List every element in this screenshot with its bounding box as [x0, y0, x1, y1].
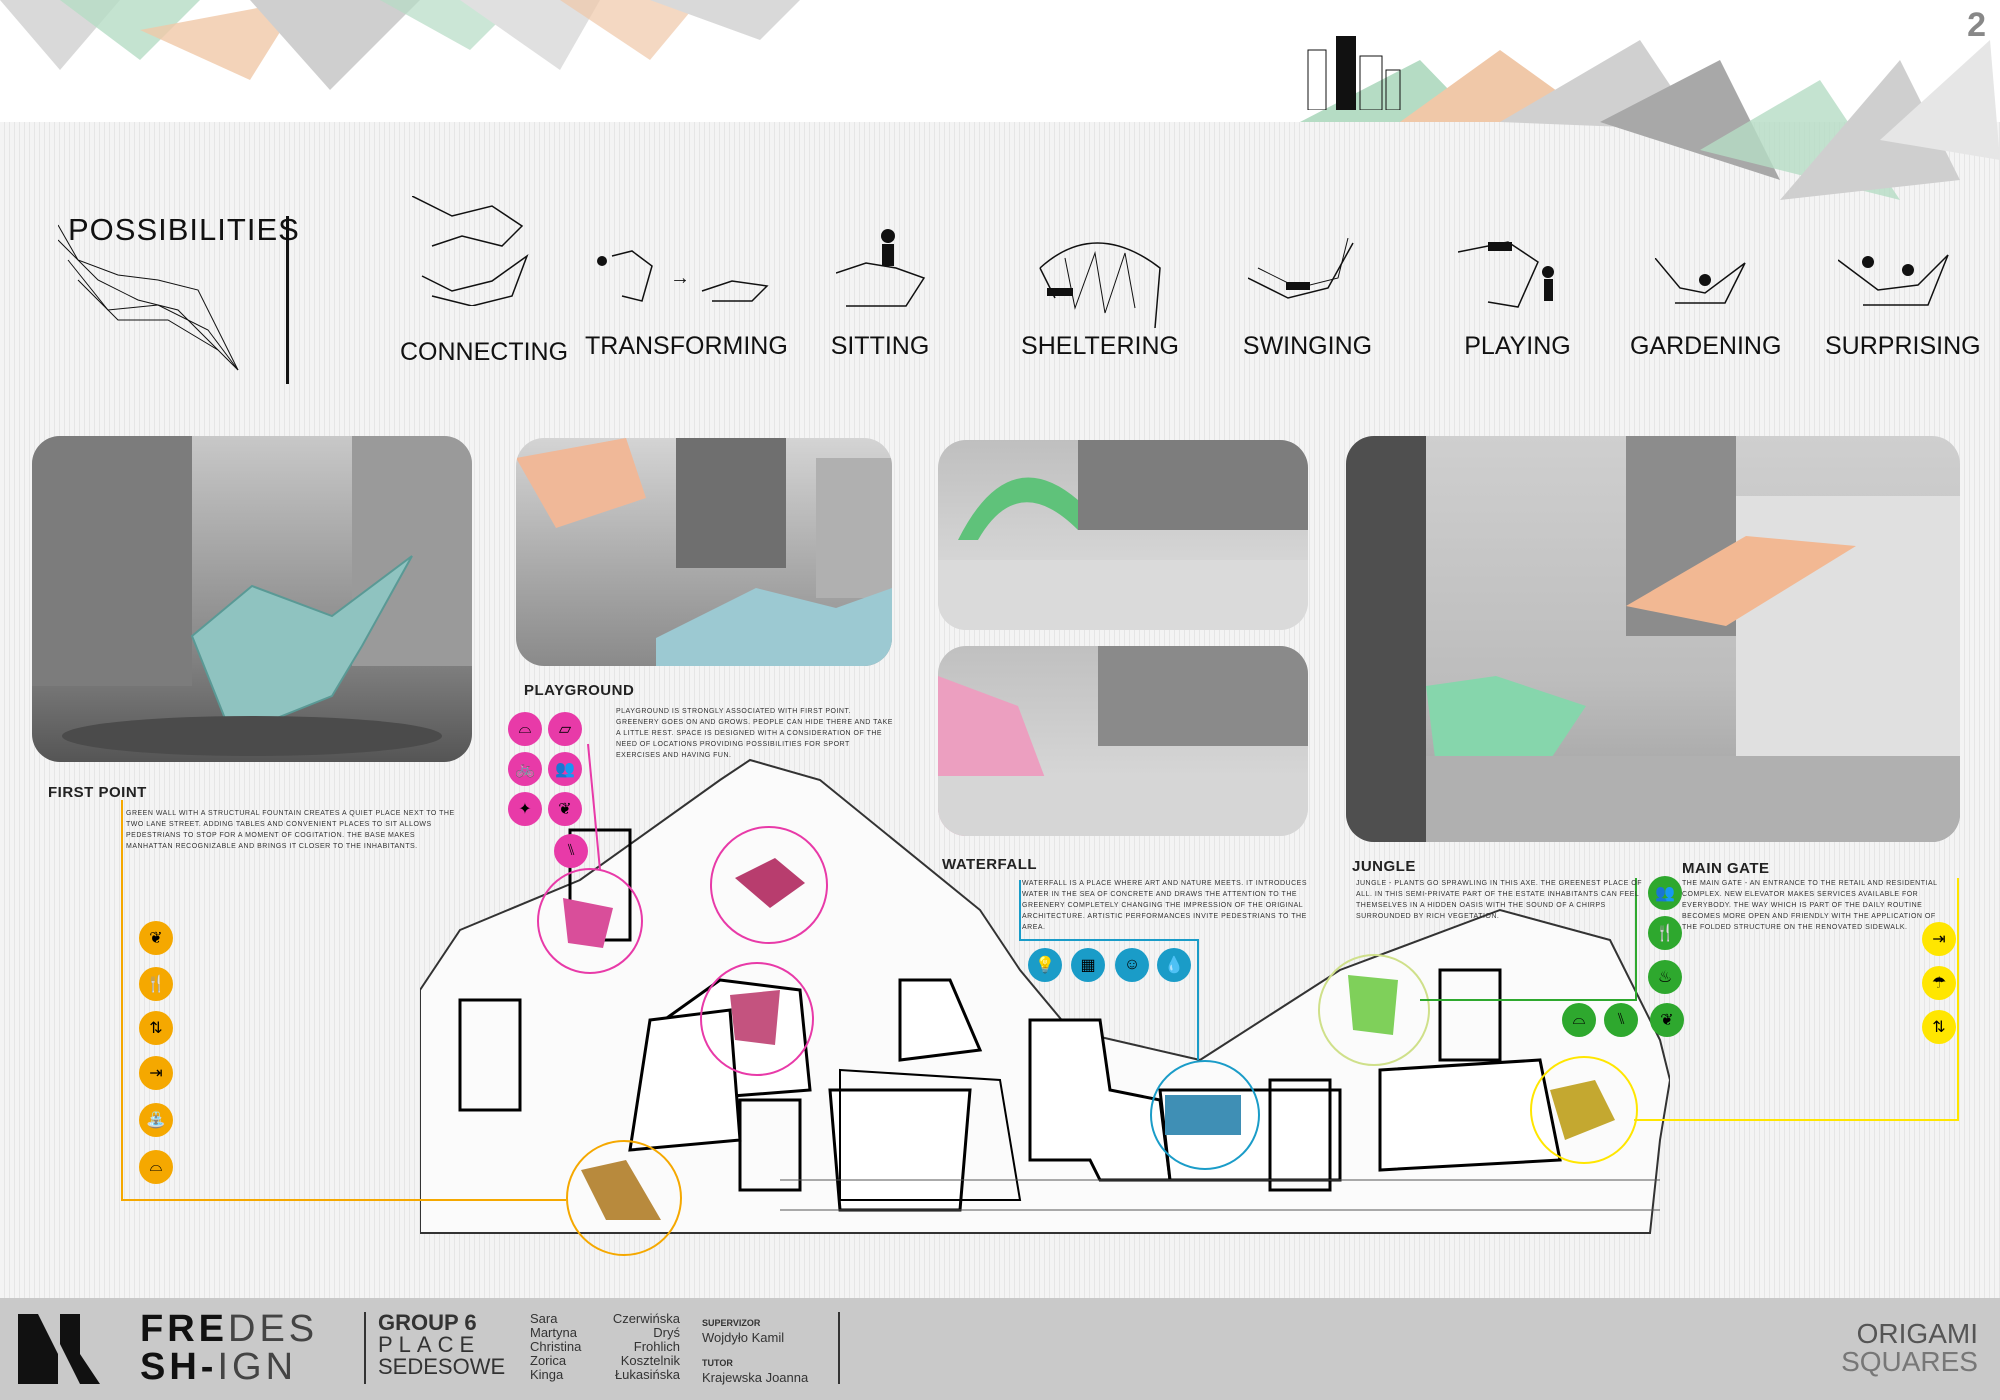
first-point-description: GREEN WALL WITH A STRUCTURAL FOUNTAIN CR… — [126, 810, 455, 850]
member-first: Christina — [530, 1339, 582, 1354]
lying-person-icon: ⌓ — [508, 712, 542, 746]
sitting-people-icon: ⑊ — [1604, 1003, 1638, 1037]
main-gate-description: THE MAIN GATE - AN ENTRANCE TO THE RETAI… — [1682, 880, 1938, 931]
leaf-icon: ❦ — [548, 792, 582, 826]
project-title-2: SQUARES — [1841, 1346, 1978, 1377]
member-last: Dryś — [653, 1325, 680, 1340]
playground-description: PLAYGROUND IS STRONGLY ASSOCIATED WITH F… — [616, 708, 893, 759]
people-icon: 👥 — [548, 752, 582, 786]
member-last: Frohlich — [633, 1339, 680, 1354]
member-last: Kosztelnik — [620, 1353, 680, 1368]
member-row: Christina Frohlich — [530, 1340, 680, 1354]
member-row: Martyna Dryś — [530, 1326, 680, 1340]
waterfall-title: WATERFALL — [942, 856, 1038, 873]
member-last: Czerwińska — [612, 1311, 680, 1326]
footer: FREDES SH-IGN GROUP 6 PLACE SEDESOWE Sar… — [0, 1298, 2000, 1400]
bicycle-icon: 🚲 — [508, 752, 542, 786]
member-last: Łukasińska — [614, 1367, 680, 1382]
jungle-description: JUNGLE - PLANTS GO SPRAWLING IN THIS AXE… — [1356, 880, 1643, 920]
member-row: Kinga Łukasińska — [530, 1368, 680, 1382]
exit-icon: ⇥ — [139, 1056, 173, 1090]
footer-divider-2 — [838, 1312, 840, 1384]
tutor-label: TUTOR — [702, 1358, 733, 1368]
elevator-icon: ⇅ — [139, 1011, 173, 1045]
waterfall-description: WATERFALL IS A PLACE WHERE ART AND NATUR… — [1022, 880, 1307, 931]
lightbulb-icon: 💡 — [1028, 948, 1062, 982]
brand-text-1a: FRE — [140, 1308, 228, 1350]
cutlery-icon: 🍴 — [1648, 916, 1682, 950]
people-icon: 👥 — [1648, 876, 1682, 910]
lying-person-icon: ⌓ — [139, 1150, 173, 1184]
tutor-name: Krajewska Joanna — [702, 1370, 809, 1385]
brand-text-2b: IGN — [217, 1346, 298, 1388]
member-first: Zorica — [530, 1353, 567, 1368]
museum-icon: ▦ — [1071, 948, 1105, 982]
member-first: Kinga — [530, 1367, 564, 1382]
cutlery-icon: 🍴 — [139, 967, 173, 1001]
leaf-icon: ❦ — [1650, 1003, 1684, 1037]
brand-text-2a: SH- — [140, 1346, 218, 1388]
theatre-masks-icon: ☺ — [1115, 948, 1149, 982]
fountain-icon: ⛲ — [139, 1103, 173, 1137]
exit-icon: ⇥ — [1922, 922, 1956, 956]
sedesowe-label: SEDESOWE — [378, 1354, 506, 1379]
brand-text-1b: DES — [228, 1308, 319, 1350]
cafe-table-icon: ☂ — [1922, 966, 1956, 1000]
member-row: Sara Czerwińska — [530, 1312, 680, 1326]
playground-title: PLAYGROUND — [524, 682, 635, 699]
supervisor-label: SUPERVIZOR — [702, 1318, 761, 1328]
project-title-1: ORIGAMI — [1856, 1318, 1978, 1349]
leader-lines — [121, 743, 1959, 1201]
member-first: Martyna — [530, 1325, 577, 1340]
fredeshign-logo — [18, 1314, 100, 1384]
water-drop-icon: 💧 — [1157, 948, 1191, 982]
footer-divider-1 — [364, 1312, 366, 1384]
elevator-icon: ⇅ — [1922, 1010, 1956, 1044]
leaf-icon: ❦ — [139, 921, 173, 955]
member-first: Sara — [530, 1311, 558, 1326]
exercise-icon: ✦ — [508, 792, 542, 826]
members-list: Sara Czerwińska Martyna Dryś Christina Froh… — [530, 1312, 680, 1382]
reading-icon: ▱ — [548, 712, 582, 746]
main-gate-title: MAIN GATE — [1682, 860, 1770, 877]
first-point-title: FIRST POINT — [48, 784, 147, 801]
group-label: GROUP 6 — [378, 1310, 477, 1335]
grill-icon: ♨ — [1648, 960, 1682, 994]
lying-person-icon: ⌓ — [1562, 1003, 1596, 1037]
member-row: Zorica Kosztelnik — [530, 1354, 680, 1368]
supervisor-name: Wojdyło Kamil — [702, 1330, 785, 1345]
sitting-people-icon: ⑊ — [554, 834, 588, 868]
place-label: PLACE — [378, 1332, 481, 1357]
jungle-title: JUNGLE — [1352, 858, 1416, 875]
